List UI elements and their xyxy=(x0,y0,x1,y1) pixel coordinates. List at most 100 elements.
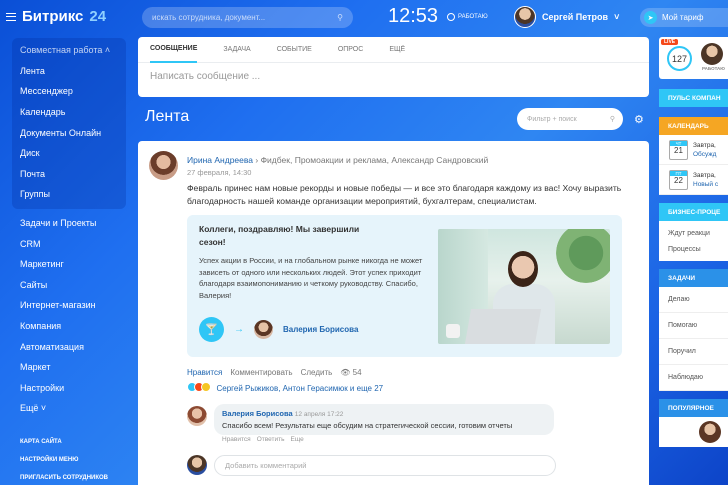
comment-actions: Нравится Ответить Еще xyxy=(222,436,304,443)
bp-item-processes[interactable]: Процессы xyxy=(659,241,728,257)
sidebar-item-feed[interactable]: Лента xyxy=(12,61,126,82)
bp-widget: Ждут реакци Процессы xyxy=(659,221,728,261)
sidebar-item-messenger[interactable]: Мессенджер xyxy=(12,81,126,102)
live-label: РАБОТАЮ xyxy=(702,66,725,71)
brand-name: Битрикс xyxy=(22,8,84,25)
bp-item-pending[interactable]: Ждут реакци xyxy=(659,225,728,241)
post-author[interactable]: Ирина Андреева xyxy=(187,155,253,165)
brand-number: 24 xyxy=(89,8,107,25)
page-title: Лента xyxy=(145,108,190,125)
avatar[interactable] xyxy=(254,320,273,339)
sidebar-item-sites[interactable]: Сайты xyxy=(0,275,130,296)
pulse-widget-title[interactable]: ПУЛЬС КОМПАН xyxy=(659,89,728,107)
sitemap-link[interactable]: КАРТА САЙТА xyxy=(0,433,130,451)
thanked-person[interactable]: Валерия Борисова xyxy=(283,325,358,334)
tab-task[interactable]: ЗАДАЧА xyxy=(223,37,250,63)
views-counter: 👁 54 xyxy=(340,368,361,377)
menu-icon[interactable] xyxy=(6,12,16,21)
chevron-down-icon: ˅ xyxy=(614,12,620,22)
calendar-event[interactable]: ПТ 22 Завтра, Новый с xyxy=(659,165,728,195)
bp-widget-title[interactable]: БИЗНЕС-ПРОЦЕ xyxy=(659,203,728,221)
sidebar-item-market[interactable]: Маркет xyxy=(0,357,130,378)
arrow-right-icon: → xyxy=(234,324,244,335)
comment-like-button[interactable]: Нравится xyxy=(222,436,251,443)
calendar-widget: ЧТ 21 Завтра, Обсужд ПТ 22 Завтра, Новый с xyxy=(659,135,728,195)
post-date: 27 февраля, 14:30 xyxy=(187,168,252,177)
sidebar: Совместная работа ˄ Лента Мессенджер Кал… xyxy=(0,38,130,485)
comment-time: 12 апреля 17:22 xyxy=(294,411,344,418)
sidebar-item-automation[interactable]: Автоматизация xyxy=(0,336,130,357)
post-recipients[interactable]: › Фидбек, Промоакции и реклама, Александ… xyxy=(255,155,488,165)
clock[interactable]: 12:53 xyxy=(388,5,438,28)
sidebar-item-disk[interactable]: Диск xyxy=(12,143,126,164)
invite-link[interactable]: ПРИГЛАСИТЬ СОТРУДНИКОВ xyxy=(0,469,130,485)
menu-settings-link[interactable]: НАСТРОЙКИ МЕНЮ xyxy=(0,451,130,469)
tab-more[interactable]: ЕЩЁ xyxy=(389,37,405,63)
reactions-text[interactable]: Сергей Рыжиков, Антон Герасимюк и еще 27 xyxy=(216,384,383,393)
event-title: Обсужд xyxy=(693,150,717,158)
search-input[interactable]: искать сотрудника, документ... ⚲ xyxy=(142,7,353,28)
tab-poll[interactable]: ОПРОС xyxy=(338,37,364,63)
comment-author[interactable]: Валерия Борисова xyxy=(222,409,293,418)
filter-input[interactable]: Фильтр + поиск ⚲ xyxy=(517,108,623,130)
tab-message[interactable]: СООБЩЕНИЕ xyxy=(150,37,198,63)
popular-widget-title[interactable]: ПОПУЛЯРНОЕ xyxy=(659,399,728,417)
live-badge: LIVE xyxy=(661,39,679,45)
sidebar-item-mail[interactable]: Почта xyxy=(12,164,126,185)
sidebar-item-shop[interactable]: Интернет-магазин xyxy=(0,295,130,316)
task-item-watching[interactable]: Наблюдаю xyxy=(659,365,728,391)
tasks-widget-title[interactable]: ЗАДАЧИ xyxy=(659,269,728,287)
work-status-icon xyxy=(447,13,455,21)
avatar[interactable] xyxy=(699,421,721,443)
reactions[interactable]: Сергей Рыжиков, Антон Герасимюк и еще 27 xyxy=(187,382,383,394)
live-widget[interactable]: LIVE 127 РАБОТАЮ xyxy=(659,37,728,79)
work-status[interactable]: РАБОТАЮ xyxy=(447,13,488,21)
like-button[interactable]: Нравится xyxy=(187,368,222,377)
logo[interactable]: Битрикс 24 xyxy=(6,8,106,25)
task-item-assigned[interactable]: Поручил xyxy=(659,339,728,365)
calendar-widget-title[interactable]: КАЛЕНДАРЬ xyxy=(659,117,728,135)
feed-post: Ирина Андреева › Фидбек, Промоакции и ре… xyxy=(138,141,649,485)
calendar-event[interactable]: ЧТ 21 Завтра, Обсужд xyxy=(659,135,728,165)
filter-placeholder: Фильтр + поиск xyxy=(527,115,577,123)
banner-photo xyxy=(438,229,610,344)
sidebar-group-title[interactable]: Совместная работа ˄ xyxy=(12,40,126,61)
author-avatar[interactable] xyxy=(149,151,178,180)
comment-input[interactable]: Добавить комментарий xyxy=(214,455,556,476)
comment-reply-button[interactable]: Ответить xyxy=(257,436,285,443)
search-icon[interactable]: ⚲ xyxy=(610,115,615,123)
sidebar-item-calendar[interactable]: Календарь xyxy=(12,102,126,123)
task-item-helping[interactable]: Помогаю xyxy=(659,313,728,339)
sidebar-item-company[interactable]: Компания xyxy=(0,316,130,337)
gratitude-flow: 🍸 → Валерия Борисова xyxy=(199,317,358,342)
search-icon[interactable]: ⚲ xyxy=(337,13,343,22)
sidebar-item-marketing[interactable]: Маркетинг xyxy=(0,254,130,275)
popular-widget xyxy=(659,417,728,447)
task-item-doing[interactable]: Делаю xyxy=(659,287,728,313)
tab-event[interactable]: СОБЫТИЕ xyxy=(277,37,312,63)
comment-button[interactable]: Комментировать xyxy=(230,368,292,377)
message-input[interactable]: Написать сообщение ... xyxy=(138,63,649,90)
sidebar-item-tasks[interactable]: Задачи и Проекты xyxy=(0,213,130,234)
comment-avatar[interactable] xyxy=(187,406,207,426)
cocktail-icon: 🍸 xyxy=(199,317,224,342)
sidebar-item-groups[interactable]: Группы xyxy=(12,184,126,205)
tariff-button[interactable]: ➤ Мой тариф xyxy=(640,8,728,27)
avatar xyxy=(514,6,536,28)
avatar xyxy=(701,43,723,65)
post-composer: СООБЩЕНИЕ ЗАДАЧА СОБЫТИЕ ОПРОС ЕЩЁ Напис… xyxy=(138,37,649,97)
follow-button[interactable]: Следить xyxy=(301,368,333,377)
sidebar-item-documents[interactable]: Документы Онлайн xyxy=(12,122,126,143)
user-menu[interactable]: Сергей Петров ˅ xyxy=(514,6,619,28)
post-author-line: Ирина Андреева › Фидбек, Промоакции и ре… xyxy=(187,155,488,165)
comment-more-button[interactable]: Еще xyxy=(290,436,303,443)
gear-icon[interactable]: ⚙ xyxy=(634,113,644,126)
sidebar-item-crm[interactable]: CRM xyxy=(0,233,130,254)
smile-reaction-icon xyxy=(201,382,212,392)
comment-text: Спасибо всем! Результаты еще обсудим на … xyxy=(222,421,513,430)
tariff-label: Мой тариф xyxy=(662,13,704,22)
sidebar-item-settings[interactable]: Настройки xyxy=(0,378,130,399)
sidebar-item-more[interactable]: Ещё ˅ xyxy=(0,398,130,419)
post-text: Февраль принес нам новые рекорды и новые… xyxy=(187,183,622,206)
views-count: 54 xyxy=(352,368,362,377)
